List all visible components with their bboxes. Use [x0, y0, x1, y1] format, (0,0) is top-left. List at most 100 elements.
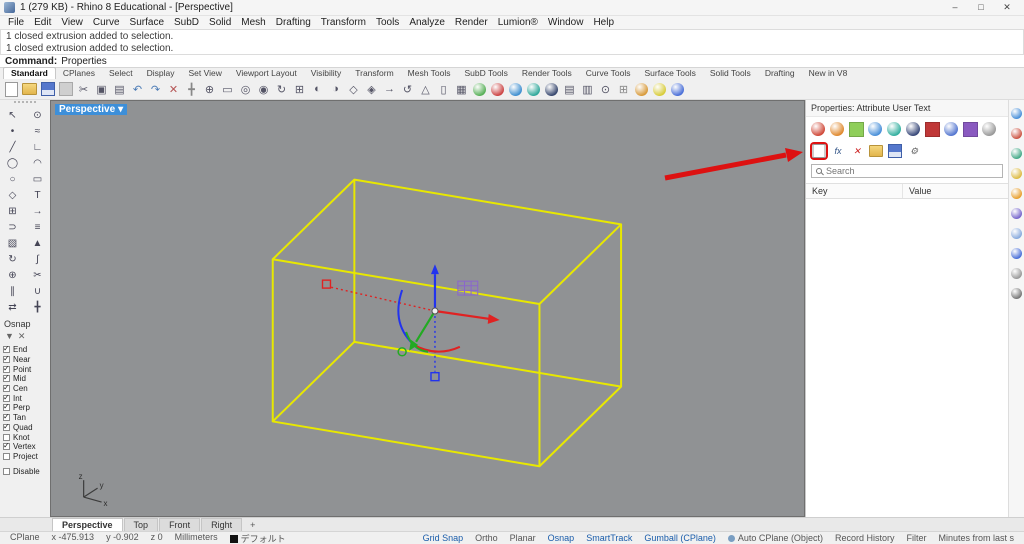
line-icon[interactable]: ╱ [4, 139, 22, 155]
viewport-canvas[interactable]: z y x [51, 101, 804, 516]
join-icon[interactable]: ∪ [29, 283, 47, 299]
mirror-icon[interactable]: ▯ [435, 81, 452, 98]
osnap-checkbox-item[interactable]: Vertex [0, 441, 50, 452]
edge-softening-icon[interactable] [886, 121, 902, 137]
panel-lighting-icon[interactable] [1011, 168, 1022, 179]
toolbar-tab[interactable]: Surface Tools [638, 68, 703, 79]
menu-item[interactable]: Solid [204, 17, 236, 28]
paste-icon[interactable]: ▤ [111, 81, 128, 98]
cut-icon[interactable]: ✂ [75, 81, 92, 98]
menu-item[interactable]: Tools [371, 17, 404, 28]
panel-web-icon[interactable] [1011, 268, 1022, 279]
menu-item[interactable]: Surface [125, 17, 169, 28]
texture-mapping-icon[interactable] [848, 121, 864, 137]
toolbar-tab[interactable]: Select [102, 68, 140, 79]
options-gear-icon[interactable]: ⚙ [907, 144, 921, 158]
shaded-view-icon[interactable]: ◑ [327, 81, 344, 98]
status-filter[interactable]: Filter [900, 533, 932, 543]
toggle-osnap[interactable]: Osnap [542, 533, 581, 543]
status-units[interactable]: Millimeters [169, 532, 224, 544]
toolbar-tab[interactable]: Solid Tools [703, 68, 758, 79]
isocurve-density-icon[interactable] [943, 121, 959, 137]
toolbar-tab[interactable]: Standard [3, 67, 56, 79]
select-icon[interactable]: ↖ [4, 107, 22, 123]
sphere-render-icon[interactable] [471, 81, 488, 98]
texture-ball-icon[interactable] [651, 81, 668, 98]
menu-item[interactable]: Render [450, 17, 493, 28]
help-ball-icon[interactable] [669, 81, 686, 98]
circle-icon[interactable]: ◯ [4, 155, 22, 171]
menu-item[interactable]: View [56, 17, 88, 28]
tab-front[interactable]: Front [159, 518, 201, 531]
polygon-icon[interactable]: ◇ [4, 187, 22, 203]
osnap-checkbox-item[interactable]: Project [0, 452, 50, 462]
more-properties-icon[interactable] [981, 121, 997, 137]
toggle-planar[interactable]: Planar [504, 533, 542, 543]
raytrace-icon[interactable] [543, 81, 560, 98]
menu-item[interactable]: Window [543, 17, 589, 28]
maximize-button[interactable]: □ [968, 2, 994, 13]
osnap-checkbox-item[interactable]: Disable [0, 466, 50, 476]
panel-material-icon[interactable] [1011, 148, 1022, 159]
toggle-auto-cplane[interactable]: Auto CPlane (Object) [722, 533, 829, 543]
zoom-window-icon[interactable]: ▭ [219, 81, 236, 98]
menu-item[interactable]: Edit [29, 17, 56, 28]
panel-notes-icon[interactable] [1011, 228, 1022, 239]
rotate-view-icon[interactable]: ↻ [273, 81, 290, 98]
thickness-icon[interactable] [905, 121, 921, 137]
print-icon[interactable] [57, 81, 74, 98]
new-file-icon[interactable] [3, 81, 20, 98]
sweep-icon[interactable]: ∫ [29, 251, 47, 267]
toolbar-tab[interactable]: Viewport Layout [229, 68, 304, 79]
open-file-icon[interactable] [21, 81, 38, 98]
command-history[interactable]: 1 closed extrusion added to selection. 1 … [0, 29, 1024, 55]
tab-top[interactable]: Top [123, 518, 159, 531]
transform-icon[interactable]: ⇄ [4, 299, 22, 315]
zoom-extents-icon[interactable]: ◎ [237, 81, 254, 98]
menu-item[interactable]: File [3, 17, 29, 28]
toggle-ortho[interactable]: Ortho [469, 533, 504, 543]
fillet-icon[interactable]: ⊃ [4, 219, 22, 235]
curve-icon[interactable]: ≈ [29, 123, 47, 139]
status-y-coordinate[interactable]: y -0.902 [100, 532, 145, 544]
gumball-icon[interactable]: ╋ [29, 299, 47, 315]
scale-icon[interactable]: △ [417, 81, 434, 98]
toolbar-tab[interactable]: Transform [348, 68, 400, 79]
wireframe-view-icon[interactable]: ◇ [345, 81, 362, 98]
toolbar-tab[interactable]: Drafting [758, 68, 802, 79]
close-button[interactable]: ✕ [994, 2, 1020, 13]
toolbar-tab[interactable]: Display [140, 68, 182, 79]
selection-filter-icon[interactable]: ⊙ [29, 107, 47, 123]
panel-display-icon[interactable] [1011, 108, 1022, 119]
toolbar-tab[interactable]: SubD Tools [458, 68, 515, 79]
status-z-coordinate[interactable]: z 0 [145, 532, 169, 544]
menu-item[interactable]: Help [588, 17, 619, 28]
extend-icon[interactable]: → [29, 203, 47, 219]
ghosted-view-icon[interactable]: ◈ [363, 81, 380, 98]
boolean-icon[interactable]: ⊕ [4, 267, 22, 283]
attach-function-icon[interactable]: fx [831, 144, 845, 158]
panel-render-icon[interactable] [1011, 128, 1022, 139]
rectangle-icon[interactable]: ▭ [29, 171, 47, 187]
object-snap-icon[interactable]: ⊙ [597, 81, 614, 98]
status-cplane[interactable]: CPlane [4, 532, 46, 544]
import-keys-icon[interactable] [869, 144, 883, 158]
menu-item[interactable]: Analyze [404, 17, 450, 28]
viewport-menu-icon[interactable]: ▾ [118, 104, 123, 115]
material-properties-icon[interactable] [829, 121, 845, 137]
named-view-icon[interactable]: ⊞ [291, 81, 308, 98]
rotate-icon[interactable]: ↺ [399, 81, 416, 98]
zoom-selected-icon[interactable]: ◉ [255, 81, 272, 98]
revolve-icon[interactable]: ↻ [4, 251, 22, 267]
grid-options-icon[interactable]: ⊞ [615, 81, 632, 98]
toolbar-tab[interactable]: New in V8 [802, 68, 855, 79]
osnap-clear-icon[interactable]: ✕ [18, 331, 26, 342]
offset-icon[interactable]: ≡ [29, 219, 47, 235]
layers-icon[interactable]: ▤ [561, 81, 578, 98]
menu-item[interactable]: Lumion® [493, 17, 543, 28]
redo-icon[interactable]: ↷ [147, 81, 164, 98]
tab-right[interactable]: Right [201, 518, 243, 531]
trim-icon[interactable]: ✂ [29, 267, 47, 283]
osnap-checkbox-item[interactable]: Quad [0, 422, 50, 433]
tab-perspective[interactable]: Perspective [52, 518, 123, 531]
